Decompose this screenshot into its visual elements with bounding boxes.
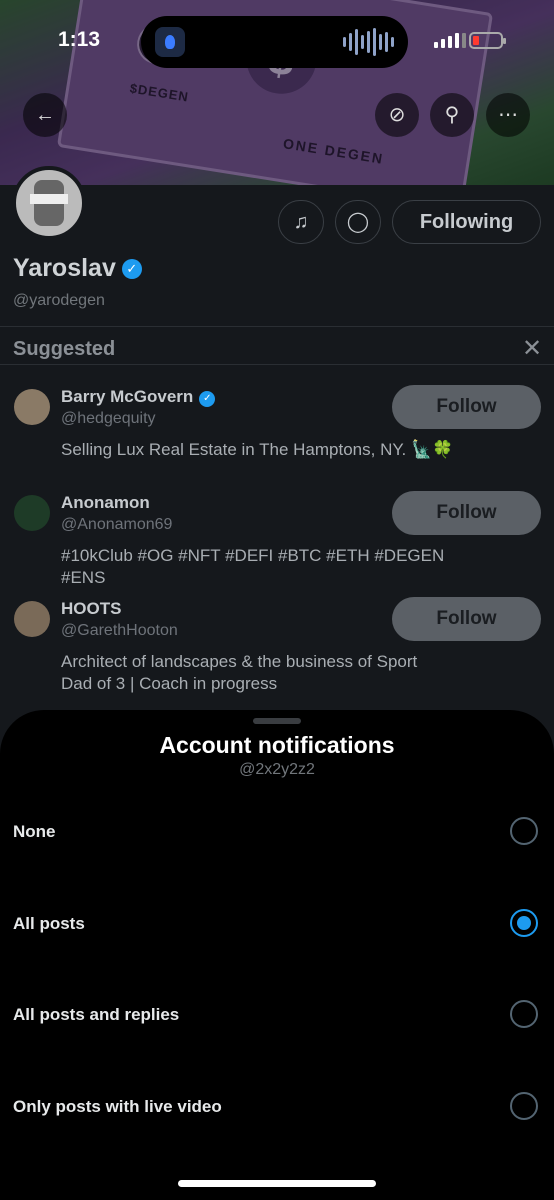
suggested-user-name: HOOTS xyxy=(61,599,122,618)
audio-wave-icon xyxy=(343,28,394,56)
profile-name: Yaroslav ✓ xyxy=(13,254,142,283)
suggested-user-handle: @GarethHooton xyxy=(61,622,178,639)
option-none[interactable]: None xyxy=(0,804,554,864)
profile-handle: @yarodegen xyxy=(13,292,105,309)
follow-button[interactable]: Follow xyxy=(392,491,541,535)
suggested-user-name: Anonamon xyxy=(61,493,150,512)
suggested-user-bio: #10kClub #OG #NFT #DEFI #BTC #ETH #DEGEN… xyxy=(61,546,445,587)
message-icon: ◯ xyxy=(346,211,370,233)
option-label: None xyxy=(13,822,56,841)
cellular-signal-icon xyxy=(434,33,466,48)
sheet-subtitle: @2x2y2z2 xyxy=(239,761,315,778)
dynamic-island xyxy=(141,16,408,68)
sheet-grabber[interactable] xyxy=(253,718,301,724)
follow-button[interactable]: Follow xyxy=(392,597,541,641)
following-button[interactable]: Following xyxy=(392,200,541,244)
divider xyxy=(0,326,554,327)
radio-button[interactable] xyxy=(510,1092,538,1120)
suggested-user-handle: @Anonamon69 xyxy=(61,516,173,533)
home-indicator[interactable] xyxy=(178,1180,376,1187)
battery-icon xyxy=(469,32,506,49)
suggested-user-name: Barry McGovern ✓ xyxy=(61,387,216,407)
profile-name-text: Yaroslav xyxy=(13,254,116,282)
live-activity-app-icon xyxy=(155,27,185,57)
profile-avatar[interactable] xyxy=(12,166,86,240)
notifications-bell-button[interactable]: ♫ xyxy=(278,200,324,244)
sheet-title: Account notifications xyxy=(159,732,395,758)
message-button[interactable]: ◯ xyxy=(335,200,381,244)
suggested-title: Suggested xyxy=(13,338,116,360)
bell-icon: ♫ xyxy=(293,211,309,233)
option-all-posts-and-replies[interactable]: All posts and replies xyxy=(0,987,554,1047)
status-bar: 1:13 xyxy=(0,0,554,80)
radio-button[interactable] xyxy=(510,1000,538,1028)
suggested-user-item[interactable]: Barry McGovern ✓ @hedgequity Selling Lux … xyxy=(0,385,554,485)
suggested-user-handle: @hedgequity xyxy=(61,410,156,427)
avatar[interactable] xyxy=(14,389,50,425)
option-only-live-video[interactable]: Only posts with live video xyxy=(0,1079,554,1139)
option-all-posts[interactable]: All posts xyxy=(0,896,554,956)
radio-button-selected[interactable] xyxy=(510,909,538,937)
suggested-user-name-text: Barry McGovern xyxy=(61,387,194,406)
option-label: Only posts with live video xyxy=(13,1097,222,1116)
option-label: All posts xyxy=(13,914,85,933)
suggested-user-item[interactable]: HOOTS @GarethHooton Architect of landsca… xyxy=(0,597,554,697)
verified-icon: ✓ xyxy=(199,391,216,407)
status-time: 1:13 xyxy=(58,28,101,51)
suggested-user-bio: Selling Lux Real Estate in The Hamptons,… xyxy=(61,440,454,459)
radio-button[interactable] xyxy=(510,817,538,845)
account-notifications-sheet: Account notifications @2x2y2z2 None All … xyxy=(0,710,554,1200)
more-icon[interactable]: ⋯ xyxy=(486,93,530,137)
back-arrow-icon[interactable]: ← xyxy=(23,93,67,137)
suggested-user-item[interactable]: Anonamon @Anonamon69 #10kClub #OG #NFT #… xyxy=(0,491,554,591)
verified-icon: ✓ xyxy=(121,259,142,279)
close-icon[interactable]: ✕ xyxy=(522,334,542,363)
avatar[interactable] xyxy=(14,601,50,637)
avatar[interactable] xyxy=(14,495,50,531)
divider xyxy=(0,364,554,365)
follow-button[interactable]: Follow xyxy=(392,385,541,429)
option-label: All posts and replies xyxy=(13,1005,180,1024)
suggested-user-bio: Architect of landscapes & the business o… xyxy=(61,652,418,693)
hide-icon[interactable]: ⊘ xyxy=(375,93,419,137)
search-icon[interactable]: ⚲ xyxy=(430,93,474,137)
